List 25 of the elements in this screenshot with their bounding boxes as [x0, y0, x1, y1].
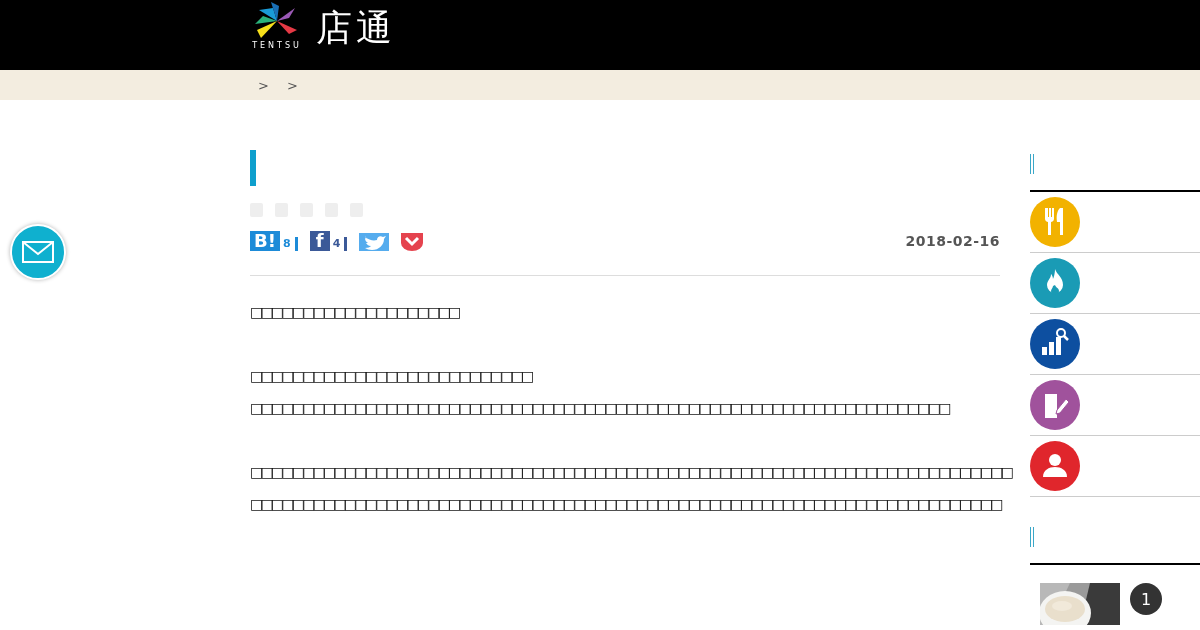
- heading-accent: [1030, 527, 1034, 547]
- share-count: 4: [332, 237, 348, 251]
- bird-share-icon[interactable]: [359, 233, 390, 251]
- site-logo-title[interactable]: 店通: [316, 6, 396, 50]
- person-icon[interactable]: [1030, 441, 1080, 491]
- article-paragraph: □□□□□□□□□□□□□□□□□□□□□□□□□□□ □□□□□□□□□□□□□□□□□□□□□□□□□□□□□□□□□□□□□□□□□□□□□□□□□□□□□□□□□□□□□□□□□□□: [250, 367, 949, 418]
- mail-button[interactable]: [10, 224, 66, 280]
- article-paragraph: □□□□□□□□□□□□□□□□□□□□: [250, 303, 459, 322]
- share-count: 8: [283, 237, 298, 251]
- pocket-share-icon[interactable]: [401, 233, 424, 251]
- document-pencil-icon[interactable]: [1030, 380, 1080, 430]
- breadcrumb-separator: >: [286, 77, 298, 93]
- logo-caption: TENTSU: [252, 41, 302, 50]
- facebook-share-button[interactable]: f: [309, 231, 330, 251]
- post-date: 2018-02-16: [905, 233, 1000, 249]
- fork-knife-icon[interactable]: [1030, 197, 1080, 247]
- hatena-share-button[interactable]: B!: [250, 231, 280, 251]
- flame-icon[interactable]: [1030, 258, 1080, 308]
- breadcrumb-separator: >: [258, 77, 269, 93]
- rank-badge: 1: [1130, 583, 1162, 615]
- mail-icon: [22, 241, 54, 263]
- article-paragraph: □□□□□□□□□□□□□□□□□□□□□□□□□□□□□□□□□□□□□□□□□□□□□□□□□□□□□□□□□□□□□□□□□□□□□□□□□ □□□□□□□□□□□□□□□□□□□□□□□□□□□□□□□□□□□□□□□□□□□□□□□□□□□□□□□□□□□□□□□□□□□□□□□□: [250, 463, 1012, 514]
- bar-chart-magnifier-icon[interactable]: [1030, 319, 1080, 369]
- heading-accent: [250, 150, 256, 186]
- heading-accent: [1030, 154, 1034, 174]
